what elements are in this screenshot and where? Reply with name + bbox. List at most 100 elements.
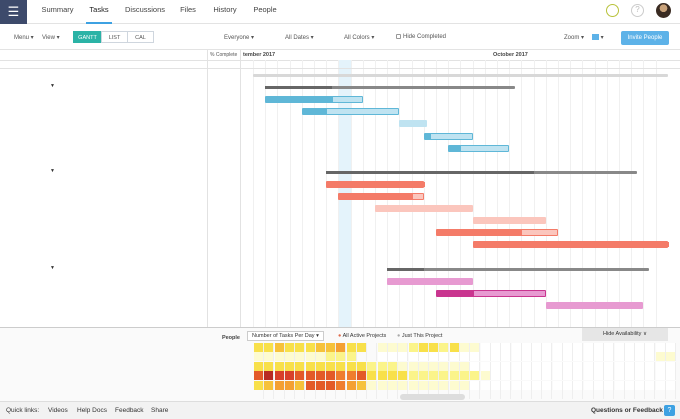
- chat-icon[interactable]: ?: [664, 405, 675, 416]
- date-gridline: [472, 60, 474, 327]
- availability-cell: [666, 371, 676, 381]
- tab-discussions[interactable]: Discussions: [123, 0, 167, 24]
- availability-cell: [264, 352, 275, 362]
- task-progress-fill: [424, 133, 431, 139]
- availability-cell: [501, 380, 512, 390]
- availability-cell: [490, 352, 501, 362]
- group-summary-bar[interactable]: [387, 267, 650, 271]
- tab-tasks[interactable]: Tasks: [86, 0, 112, 24]
- view-dropdown[interactable]: View ▾: [42, 34, 60, 41]
- user-avatar[interactable]: [656, 3, 671, 18]
- colors-filter[interactable]: All Colors ▾: [344, 34, 374, 41]
- availability-cell: [367, 343, 378, 352]
- date-gridline: [423, 60, 425, 327]
- task-bar[interactable]: [387, 277, 473, 285]
- hide-completed-checkbox[interactable]: Hide Completed: [396, 34, 446, 40]
- help-icon[interactable]: ?: [631, 4, 644, 17]
- color-picker-dropdown[interactable]: ▾: [592, 34, 604, 41]
- task-column-divider: [207, 50, 208, 327]
- availability-cell: [377, 361, 388, 371]
- task-bar[interactable]: [436, 289, 546, 297]
- availability-cell: [429, 352, 440, 362]
- availability-cell: [635, 343, 646, 352]
- this-project-radio[interactable]: ● Just This Project: [397, 333, 442, 339]
- availability-cell: [460, 371, 470, 381]
- gantt-view-button[interactable]: GANTT: [73, 31, 102, 43]
- dates-filter[interactable]: All Dates ▾: [285, 34, 314, 41]
- task-bar[interactable]: [399, 120, 428, 128]
- group-summary-bar[interactable]: [253, 74, 668, 77]
- availability-cell: [480, 361, 491, 371]
- task-bar[interactable]: [436, 229, 558, 237]
- hide-availability-button[interactable]: Hide Availability ∨: [582, 328, 668, 341]
- horizontal-scrollbar[interactable]: [400, 394, 465, 400]
- tab-summary[interactable]: Summary: [40, 0, 75, 24]
- availability-cell: [254, 390, 264, 399]
- task-bar[interactable]: [301, 108, 400, 116]
- videos-link[interactable]: Videos: [48, 407, 68, 414]
- task-bar[interactable]: [326, 180, 425, 188]
- menu-dropdown[interactable]: Menu ▾: [14, 34, 34, 41]
- availability-cell: [367, 390, 378, 399]
- task-bar[interactable]: [423, 132, 473, 140]
- tab-history[interactable]: History: [210, 0, 240, 24]
- all-projects-radio[interactable]: ● All Active Projects: [338, 333, 386, 339]
- group-summary-bar[interactable]: [326, 170, 638, 174]
- availability-cell: [532, 361, 543, 371]
- invite-people-button[interactable]: Invite People: [621, 31, 669, 45]
- list-view-button[interactable]: LIST: [101, 31, 128, 43]
- timer-icon[interactable]: [606, 4, 619, 17]
- task-progress-fill: [327, 181, 425, 187]
- group-summary-bar[interactable]: [265, 86, 516, 90]
- share-link[interactable]: Share: [151, 407, 168, 414]
- tab-people[interactable]: People: [250, 0, 280, 24]
- footer-bar: Quick links: Videos Help Docs Feedback S…: [0, 401, 680, 419]
- availability-cell: [284, 361, 295, 371]
- availability-cell: [521, 361, 532, 371]
- collapse-toggle-icon[interactable]: ▼: [50, 168, 55, 174]
- availability-cell: [357, 380, 367, 390]
- availability-cell: [522, 390, 532, 399]
- availability-cell: [511, 371, 522, 381]
- availability-cell: [470, 390, 481, 399]
- availability-cell: [593, 352, 604, 362]
- zoom-dropdown[interactable]: Zoom ▾: [564, 34, 584, 41]
- availability-cell: [666, 390, 676, 399]
- date-gridline: [655, 60, 657, 327]
- task-bar[interactable]: [545, 301, 644, 309]
- feedback-link[interactable]: Feedback: [115, 407, 144, 414]
- availability-cell: [439, 380, 450, 390]
- availability-cell: [645, 390, 656, 399]
- questions-feedback-link[interactable]: Questions or Feedback: [591, 407, 663, 414]
- availability-cell: [398, 343, 409, 352]
- availability-cell: [501, 352, 512, 362]
- help-docs-link[interactable]: Help Docs: [77, 407, 107, 414]
- availability-cell: [666, 361, 676, 371]
- availability-cell: [624, 371, 635, 381]
- availability-cell: [254, 343, 264, 352]
- availability-panel: People Number of Tasks Per Day ▾ ● All A…: [0, 327, 680, 401]
- calendar-view-button[interactable]: CAL: [127, 31, 154, 43]
- availability-cell: [398, 380, 409, 390]
- collapse-toggle-icon[interactable]: ▼: [50, 83, 55, 89]
- availability-cell: [593, 343, 604, 352]
- tab-files[interactable]: Files: [177, 0, 199, 24]
- availability-cell: [274, 361, 285, 371]
- task-bar[interactable]: [472, 217, 546, 225]
- metric-select[interactable]: Number of Tasks Per Day ▾: [247, 331, 324, 341]
- availability-cell: [264, 343, 275, 352]
- hamburger-menu-icon[interactable]: ☰: [0, 0, 27, 24]
- task-bar[interactable]: [472, 241, 669, 249]
- availability-cell: [305, 343, 316, 352]
- availability-cell: [511, 380, 522, 390]
- everyone-filter[interactable]: Everyone ▾: [224, 34, 254, 41]
- availability-cell: [408, 380, 419, 390]
- task-bar[interactable]: [338, 193, 424, 200]
- task-bar[interactable]: [448, 144, 510, 152]
- availability-cell: [336, 390, 347, 399]
- task-bar[interactable]: [265, 96, 363, 104]
- collapse-toggle-icon[interactable]: ▼: [50, 265, 55, 271]
- availability-cell: [552, 361, 563, 371]
- availability-cell: [521, 371, 532, 381]
- task-bar[interactable]: [375, 205, 473, 213]
